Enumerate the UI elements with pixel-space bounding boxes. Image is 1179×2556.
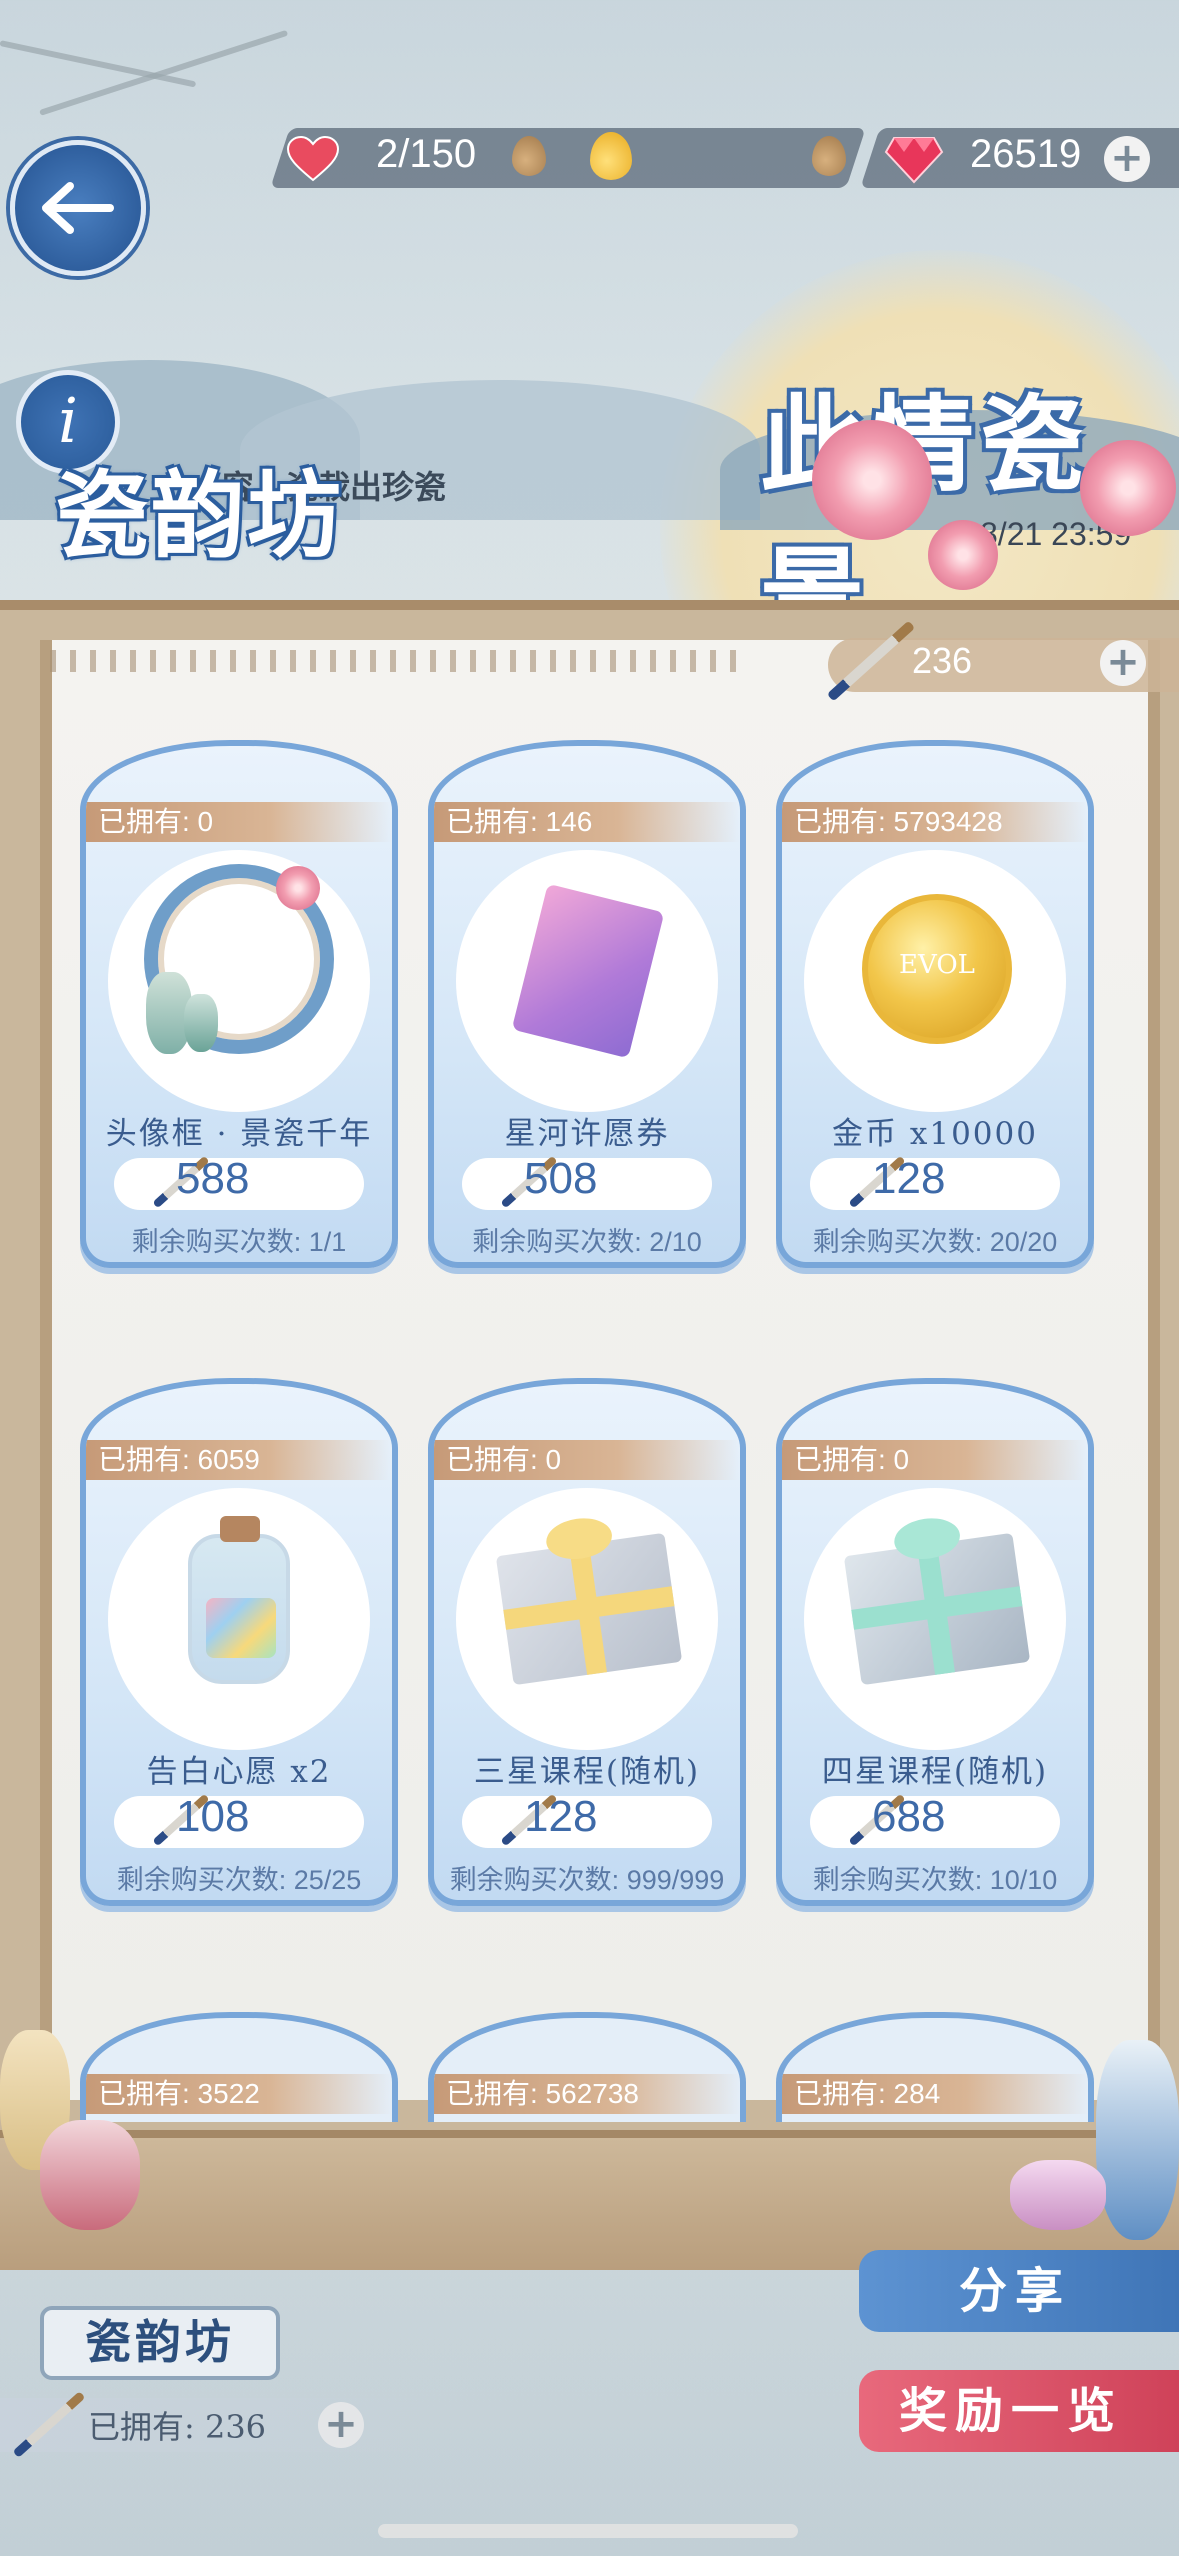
item-price: 508 [524,1154,598,1203]
owned-count: 已拥有: 562738 [434,2074,740,2114]
gift-box-yellow-icon [495,1514,683,1686]
item-price: 128 [872,1154,946,1203]
blossom-decoration [276,866,320,910]
add-gem-button[interactable]: + [1104,136,1150,182]
owned-count: 已拥有: 0 [782,1440,1088,1480]
owned-count: 已拥有: 6059 [86,1440,392,1480]
gem-value: 26519 [970,132,1082,176]
owned-count: 已拥有: 146 [434,802,740,842]
shop-item-card[interactable]: 已拥有: 146 星河许愿券 508 剩余购买次数: 2/10 [428,740,746,1268]
drop-icon [812,136,846,176]
owned-count: 已拥有: 3522 [86,2074,392,2114]
item-name: 金币 x10000 [832,1116,1038,1152]
gold-coin-icon: EVOL [862,894,1012,1044]
tree-branch [39,29,289,116]
shop-item-card[interactable]: 已拥有: 6059 告白心愿 x2 108 剩余购买次数: 25/25 [80,1378,398,1906]
item-name: 头像框 · 景瓷千年 [105,1116,373,1152]
item-price: 108 [176,1792,250,1841]
bowl-decoration [1010,2160,1106,2230]
stamina-value: 2/150 [376,132,477,176]
rewards-label: 奖励一览 [899,2383,1124,2439]
gem-icon [884,137,944,184]
vase-decoration [1096,2040,1179,2240]
wish-bottle-icon [188,1516,290,1684]
add-brush-button[interactable]: + [1100,640,1146,686]
shop-item-card[interactable]: 已拥有: 0 三星课程(随机) 128 剩余购买次数: 999/999 [428,1378,746,1906]
drop-icon [512,136,546,176]
tree-branch [0,40,197,88]
stamina-bar [270,128,866,188]
blossom-decoration [812,420,932,540]
owned-count: 已拥有: 0 [434,1440,740,1480]
share-button[interactable]: 分享 [859,2250,1179,2332]
remaining-purchases: 剩余购买次数: 25/25 [116,1865,362,1895]
item-name: 告白心愿 x2 [146,1754,332,1790]
heart-icon [286,136,340,182]
share-label: 分享 [959,2263,1072,2319]
remaining-purchases: 剩余购买次数: 999/999 [449,1865,725,1895]
remaining-purchases: 剩余购买次数: 10/10 [812,1865,1058,1895]
vase-decoration [184,994,218,1052]
shop-item-card[interactable]: 已拥有: 0 四星课程(随机) 688 剩余购买次数: 10/10 [776,1378,1094,1906]
blossom-decoration [1080,440,1176,536]
shop-title: 瓷韵坊 [55,461,344,571]
shop-item-card[interactable]: 已拥有: 5793428 EVOL 金币 x10000 128 剩余购买次数: … [776,740,1094,1268]
remaining-purchases: 剩余购买次数: 2/10 [472,1227,702,1257]
owned-brush-count: 已拥有: 236 [88,2408,267,2446]
shop-item-card[interactable]: 已拥有: 0 头像框 · 景瓷千年 588 剩余购买次数: 1/1 [80,740,398,1268]
shop-tab[interactable]: 瓷韵坊 [40,2306,280,2380]
item-price: 128 [524,1792,598,1841]
back-button[interactable] [10,140,146,276]
item-name: 三星课程(随机) [473,1754,701,1790]
lattice-decoration [50,650,740,672]
item-name: 四星课程(随机) [821,1754,1049,1790]
item-price: 588 [176,1154,250,1203]
item-price: 688 [872,1792,946,1841]
blossom-decoration [928,520,998,590]
home-indicator[interactable] [378,2524,798,2538]
item-name: 星河许愿券 [504,1116,670,1152]
remaining-purchases: 剩余购买次数: 1/1 [131,1227,347,1257]
bowl-decoration [40,2120,140,2230]
coin-text: EVOL [899,950,975,980]
remaining-purchases: 剩余购买次数: 20/20 [812,1227,1058,1257]
paper-cranes [206,1598,276,1658]
owned-count: 已拥有: 0 [86,802,392,842]
shelf-ledge [0,2130,1179,2270]
back-arrow-icon [42,182,114,234]
bottle-cork [220,1516,260,1542]
owned-count: 已拥有: 5793428 [782,802,1088,842]
rewards-overview-button[interactable]: 奖励一览 [859,2370,1179,2452]
gift-box-green-icon [843,1514,1031,1686]
add-brush-button[interactable]: + [318,2402,364,2448]
owned-count: 已拥有: 284 [782,2074,1088,2114]
brush-currency-value: 236 [912,640,973,681]
